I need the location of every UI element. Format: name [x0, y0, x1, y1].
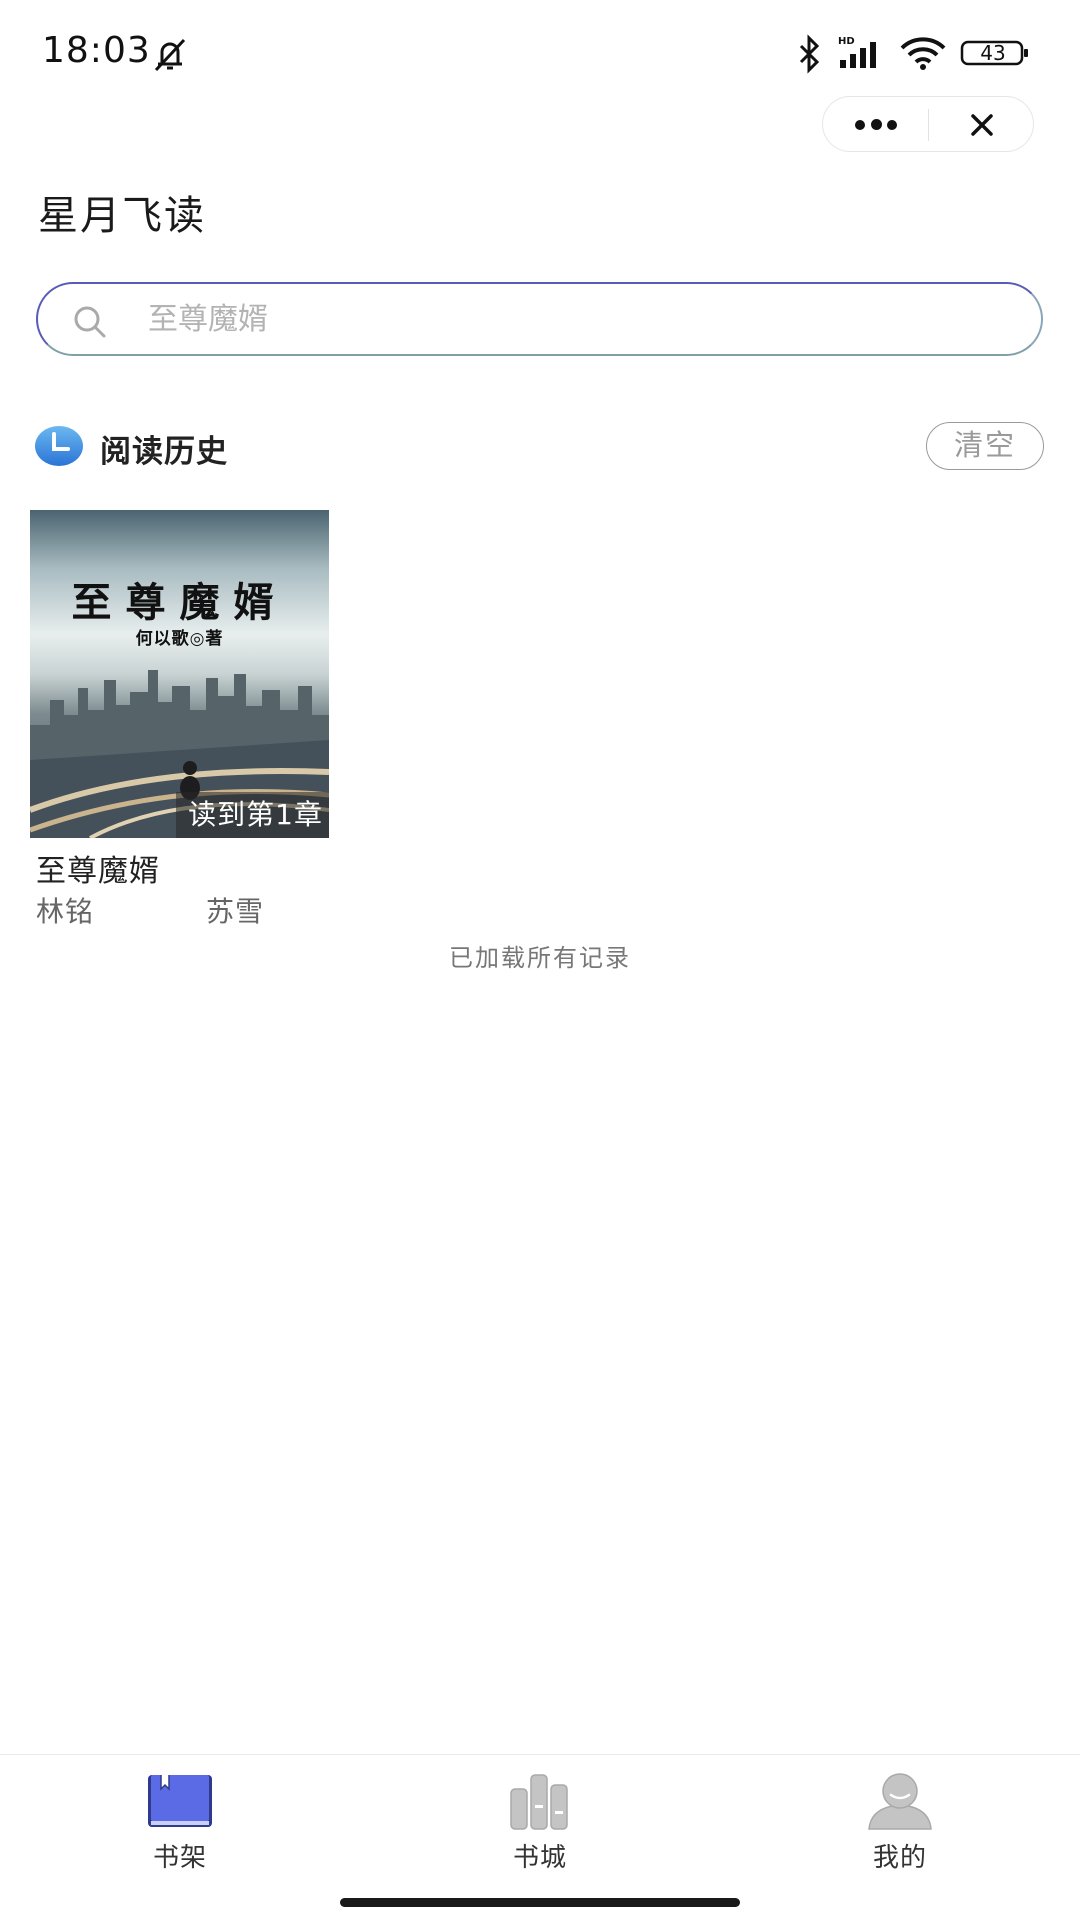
book-tag: 苏雪	[206, 895, 265, 928]
history-book-card[interactable]: 至尊魔婿 何以歌◎著 读到第1章 至尊魔婿 林铭 苏雪	[30, 510, 330, 930]
tab-bookstore[interactable]: 书城	[360, 1755, 720, 1885]
close-button[interactable]	[929, 97, 1035, 153]
tab-bookshelf[interactable]: 书架	[0, 1755, 360, 1885]
clock-icon	[35, 426, 83, 466]
battery-level: 43	[980, 41, 1006, 65]
page: 18:03 HD 43 星月飞读 至尊魔婿 阅读历史 清空 至尊魔婿 何以歌◎著…	[0, 0, 1080, 1920]
bookstore-icon	[510, 1774, 568, 1830]
load-status: 已加载所有记录	[449, 944, 631, 972]
ellipsis-icon	[871, 119, 882, 130]
status-bar: 18:03 HD 43	[0, 0, 1080, 100]
history-title: 阅读历史	[100, 434, 228, 470]
more-button[interactable]	[823, 97, 928, 153]
cover-image	[30, 510, 329, 838]
mute-bell-icon	[154, 38, 186, 72]
tab-profile[interactable]: 我的	[720, 1755, 1080, 1885]
status-time: 18:03	[42, 30, 151, 71]
search-icon	[74, 306, 106, 338]
tab-label: 我的	[872, 1843, 927, 1873]
tab-label: 书架	[152, 1843, 207, 1873]
bookshelf-icon	[148, 1775, 212, 1827]
svg-text:HD: HD	[838, 36, 855, 47]
book-tag: 林铭	[36, 895, 95, 928]
cover-author: 何以歌◎著	[135, 629, 224, 649]
mini-program-capsule	[822, 96, 1034, 152]
search-bar[interactable]	[36, 282, 1043, 356]
profile-icon	[868, 1773, 932, 1830]
book-title[interactable]: 至尊魔婿	[36, 846, 160, 890]
search-input[interactable]	[148, 296, 1008, 342]
cover-title: 至尊魔婿	[71, 579, 288, 626]
clear-history-button[interactable]: 清空	[926, 422, 1044, 470]
page-title: 星月飞读	[38, 193, 206, 239]
tab-bar: 书架 书城 我的	[0, 1754, 1080, 1920]
ellipsis-icon	[887, 120, 897, 130]
signal-icon: HD	[838, 36, 876, 68]
book-cover[interactable]: 至尊魔婿 何以歌◎著 读到第1章	[30, 510, 329, 838]
reading-progress-label: 读到第1章	[176, 792, 329, 838]
close-icon	[971, 114, 993, 136]
home-indicator[interactable]	[340, 1898, 740, 1907]
ellipsis-icon	[855, 120, 865, 130]
wifi-icon	[900, 37, 946, 70]
bluetooth-icon	[799, 34, 820, 74]
tab-label: 书城	[512, 1843, 567, 1873]
